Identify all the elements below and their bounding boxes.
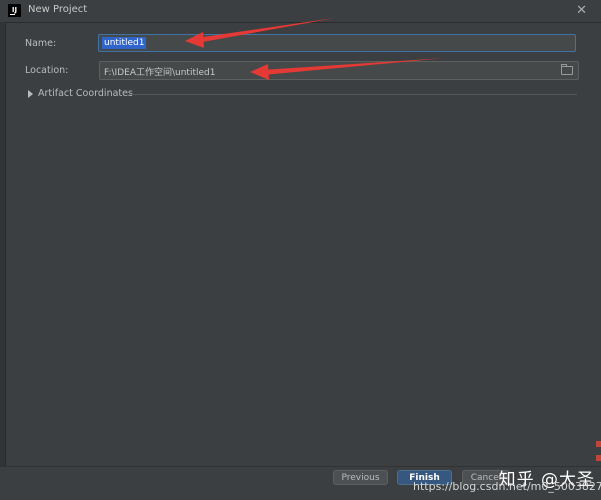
expand-triangle-icon	[28, 90, 33, 98]
previous-button[interactable]: Previous	[333, 470, 388, 485]
background-error-mark	[596, 455, 601, 461]
name-field[interactable]: untitled1	[98, 34, 576, 52]
location-field[interactable]: F:\IDEA工作空间\untitled1	[99, 61, 579, 80]
background-error-mark	[596, 441, 601, 447]
artifact-coordinates-toggle[interactable]: Artifact Coordinates	[26, 88, 577, 100]
section-divider	[127, 94, 577, 95]
folder-icon[interactable]	[561, 64, 573, 75]
background-window-edge	[0, 22, 6, 500]
artifact-coordinates-label: Artifact Coordinates	[38, 88, 133, 99]
location-label: Location:	[25, 65, 69, 76]
location-field-value: F:\IDEA工作空间\untitled1	[104, 68, 216, 78]
name-field-value: untitled1	[102, 37, 147, 49]
name-label: Name:	[25, 38, 57, 49]
new-project-dialog: IJ New Project ✕ Name: untitled1 Locatio…	[0, 0, 601, 500]
app-icon: IJ	[8, 4, 21, 17]
url-watermark: https://blog.csdn.net/m0_50038270	[413, 480, 601, 493]
title-bar: IJ New Project ✕	[0, 0, 601, 23]
close-icon[interactable]: ✕	[576, 3, 587, 18]
dialog-title: New Project	[28, 4, 88, 15]
